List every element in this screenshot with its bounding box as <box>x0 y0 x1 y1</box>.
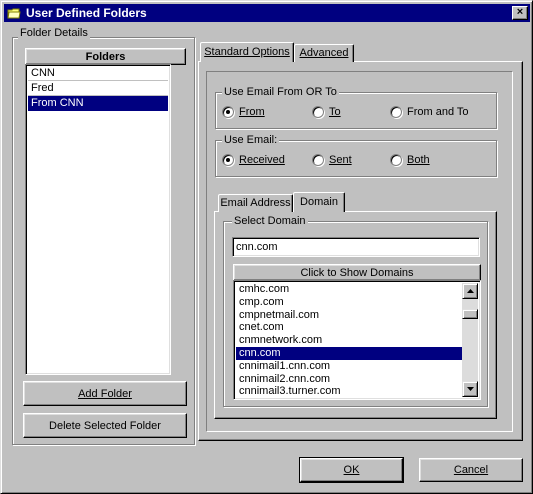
cancel-button[interactable]: Cancel <box>419 458 523 482</box>
tab-email-address-label: Email Address <box>220 197 291 209</box>
close-icon: × <box>516 6 524 18</box>
window-title: User Defined Folders <box>26 6 147 20</box>
tab-domain[interactable]: Domain <box>293 192 345 212</box>
domain-list-item[interactable]: cnmnetwork.com <box>236 334 462 347</box>
scroll-up-button[interactable] <box>462 283 478 299</box>
use-email-radio-received[interactable]: Received <box>222 154 285 166</box>
close-button[interactable]: × <box>512 6 528 20</box>
dialog-window: User Defined Folders × Folder Details Fo… <box>0 0 533 494</box>
tab-email-address[interactable]: Email Address <box>218 194 293 212</box>
from-to-radio-from-and-to[interactable]: From and To <box>390 106 469 118</box>
radio-circle-icon[interactable] <box>390 106 402 118</box>
delete-folder-label: Delete Selected Folder <box>49 419 161 432</box>
folder-details-label: Folder Details <box>18 27 90 39</box>
tab-advanced[interactable]: Advanced <box>294 44 354 62</box>
use-email-radio-sent[interactable]: Sent <box>312 154 352 166</box>
show-domains-label: Click to Show Domains <box>300 266 414 279</box>
radio-label: Sent <box>329 154 352 166</box>
tab-domain-label: Domain <box>300 196 338 208</box>
scroll-thumb[interactable] <box>462 309 478 319</box>
domain-list-item[interactable]: cnnimail1.cnn.com <box>236 360 462 373</box>
radio-label: Both <box>407 154 430 166</box>
use-email-label: Use Email: <box>222 134 280 146</box>
domain-input-value: cnn.com <box>236 241 278 253</box>
radio-label: From <box>239 106 265 118</box>
domain-input[interactable]: cnn.com <box>232 237 480 257</box>
domain-list-item[interactable]: cmhc.com <box>236 283 462 296</box>
domain-list-item[interactable]: cmpnetmail.com <box>236 309 462 322</box>
radio-circle-icon[interactable] <box>312 106 324 118</box>
domain-list-item[interactable]: cnnimail2.cnn.com <box>236 373 462 386</box>
select-domain-label: Select Domain <box>232 215 308 227</box>
tab-advanced-label: Advanced <box>299 47 349 59</box>
ok-button[interactable]: OK <box>299 457 404 483</box>
folder-app-icon <box>6 5 22 21</box>
arrow-down-icon <box>466 387 474 391</box>
radio-label: To <box>329 106 341 118</box>
domain-scrollbar[interactable] <box>462 283 478 397</box>
folders-header-label: Folders <box>85 50 126 63</box>
delete-folder-button[interactable]: Delete Selected Folder <box>23 413 187 438</box>
radio-label: From and To <box>407 106 469 118</box>
add-folder-button[interactable]: Add Folder <box>23 381 187 406</box>
tab-standard-options-label: Standard Options <box>204 46 290 58</box>
show-domains-button[interactable]: Click to Show Domains <box>233 264 481 281</box>
from-to-radio-to[interactable]: To <box>312 106 341 118</box>
from-to-radio-from[interactable]: From <box>222 106 265 118</box>
add-folder-label: Add Folder <box>78 387 132 400</box>
tab-standard-options[interactable]: Standard Options <box>200 42 294 62</box>
domain-list-item[interactable]: cmp.com <box>236 296 462 309</box>
folder-list-item[interactable]: Fred <box>28 81 168 96</box>
email-from-to-label: Use Email From OR To <box>222 86 339 98</box>
radio-label: Received <box>239 154 285 166</box>
cancel-label: Cancel <box>453 464 489 476</box>
folders-list[interactable]: CNN Fred From CNN <box>25 64 171 375</box>
radio-circle-icon[interactable] <box>222 154 234 166</box>
domain-list-item[interactable]: cnet.com <box>236 321 462 334</box>
folder-list-item[interactable]: From CNN <box>28 96 168 111</box>
radio-circle-icon[interactable] <box>222 106 234 118</box>
domain-list[interactable]: cmhc.com cmp.com cmpnetmail.com cnet.com cnm… <box>233 280 481 400</box>
title-bar[interactable]: User Defined Folders × <box>4 4 530 22</box>
scroll-down-button[interactable] <box>462 381 478 397</box>
folder-list-item[interactable]: CNN <box>28 66 168 81</box>
domain-list-item[interactable]: cnnimail3.turner.com <box>236 385 462 398</box>
radio-circle-icon[interactable] <box>312 154 324 166</box>
use-email-radio-both[interactable]: Both <box>390 154 430 166</box>
ok-label: OK <box>343 464 360 476</box>
folders-column-header[interactable]: Folders <box>25 48 186 65</box>
domain-list-item[interactable]: cnn.com <box>236 346 462 360</box>
radio-circle-icon[interactable] <box>390 154 402 166</box>
arrow-up-icon <box>466 289 474 293</box>
